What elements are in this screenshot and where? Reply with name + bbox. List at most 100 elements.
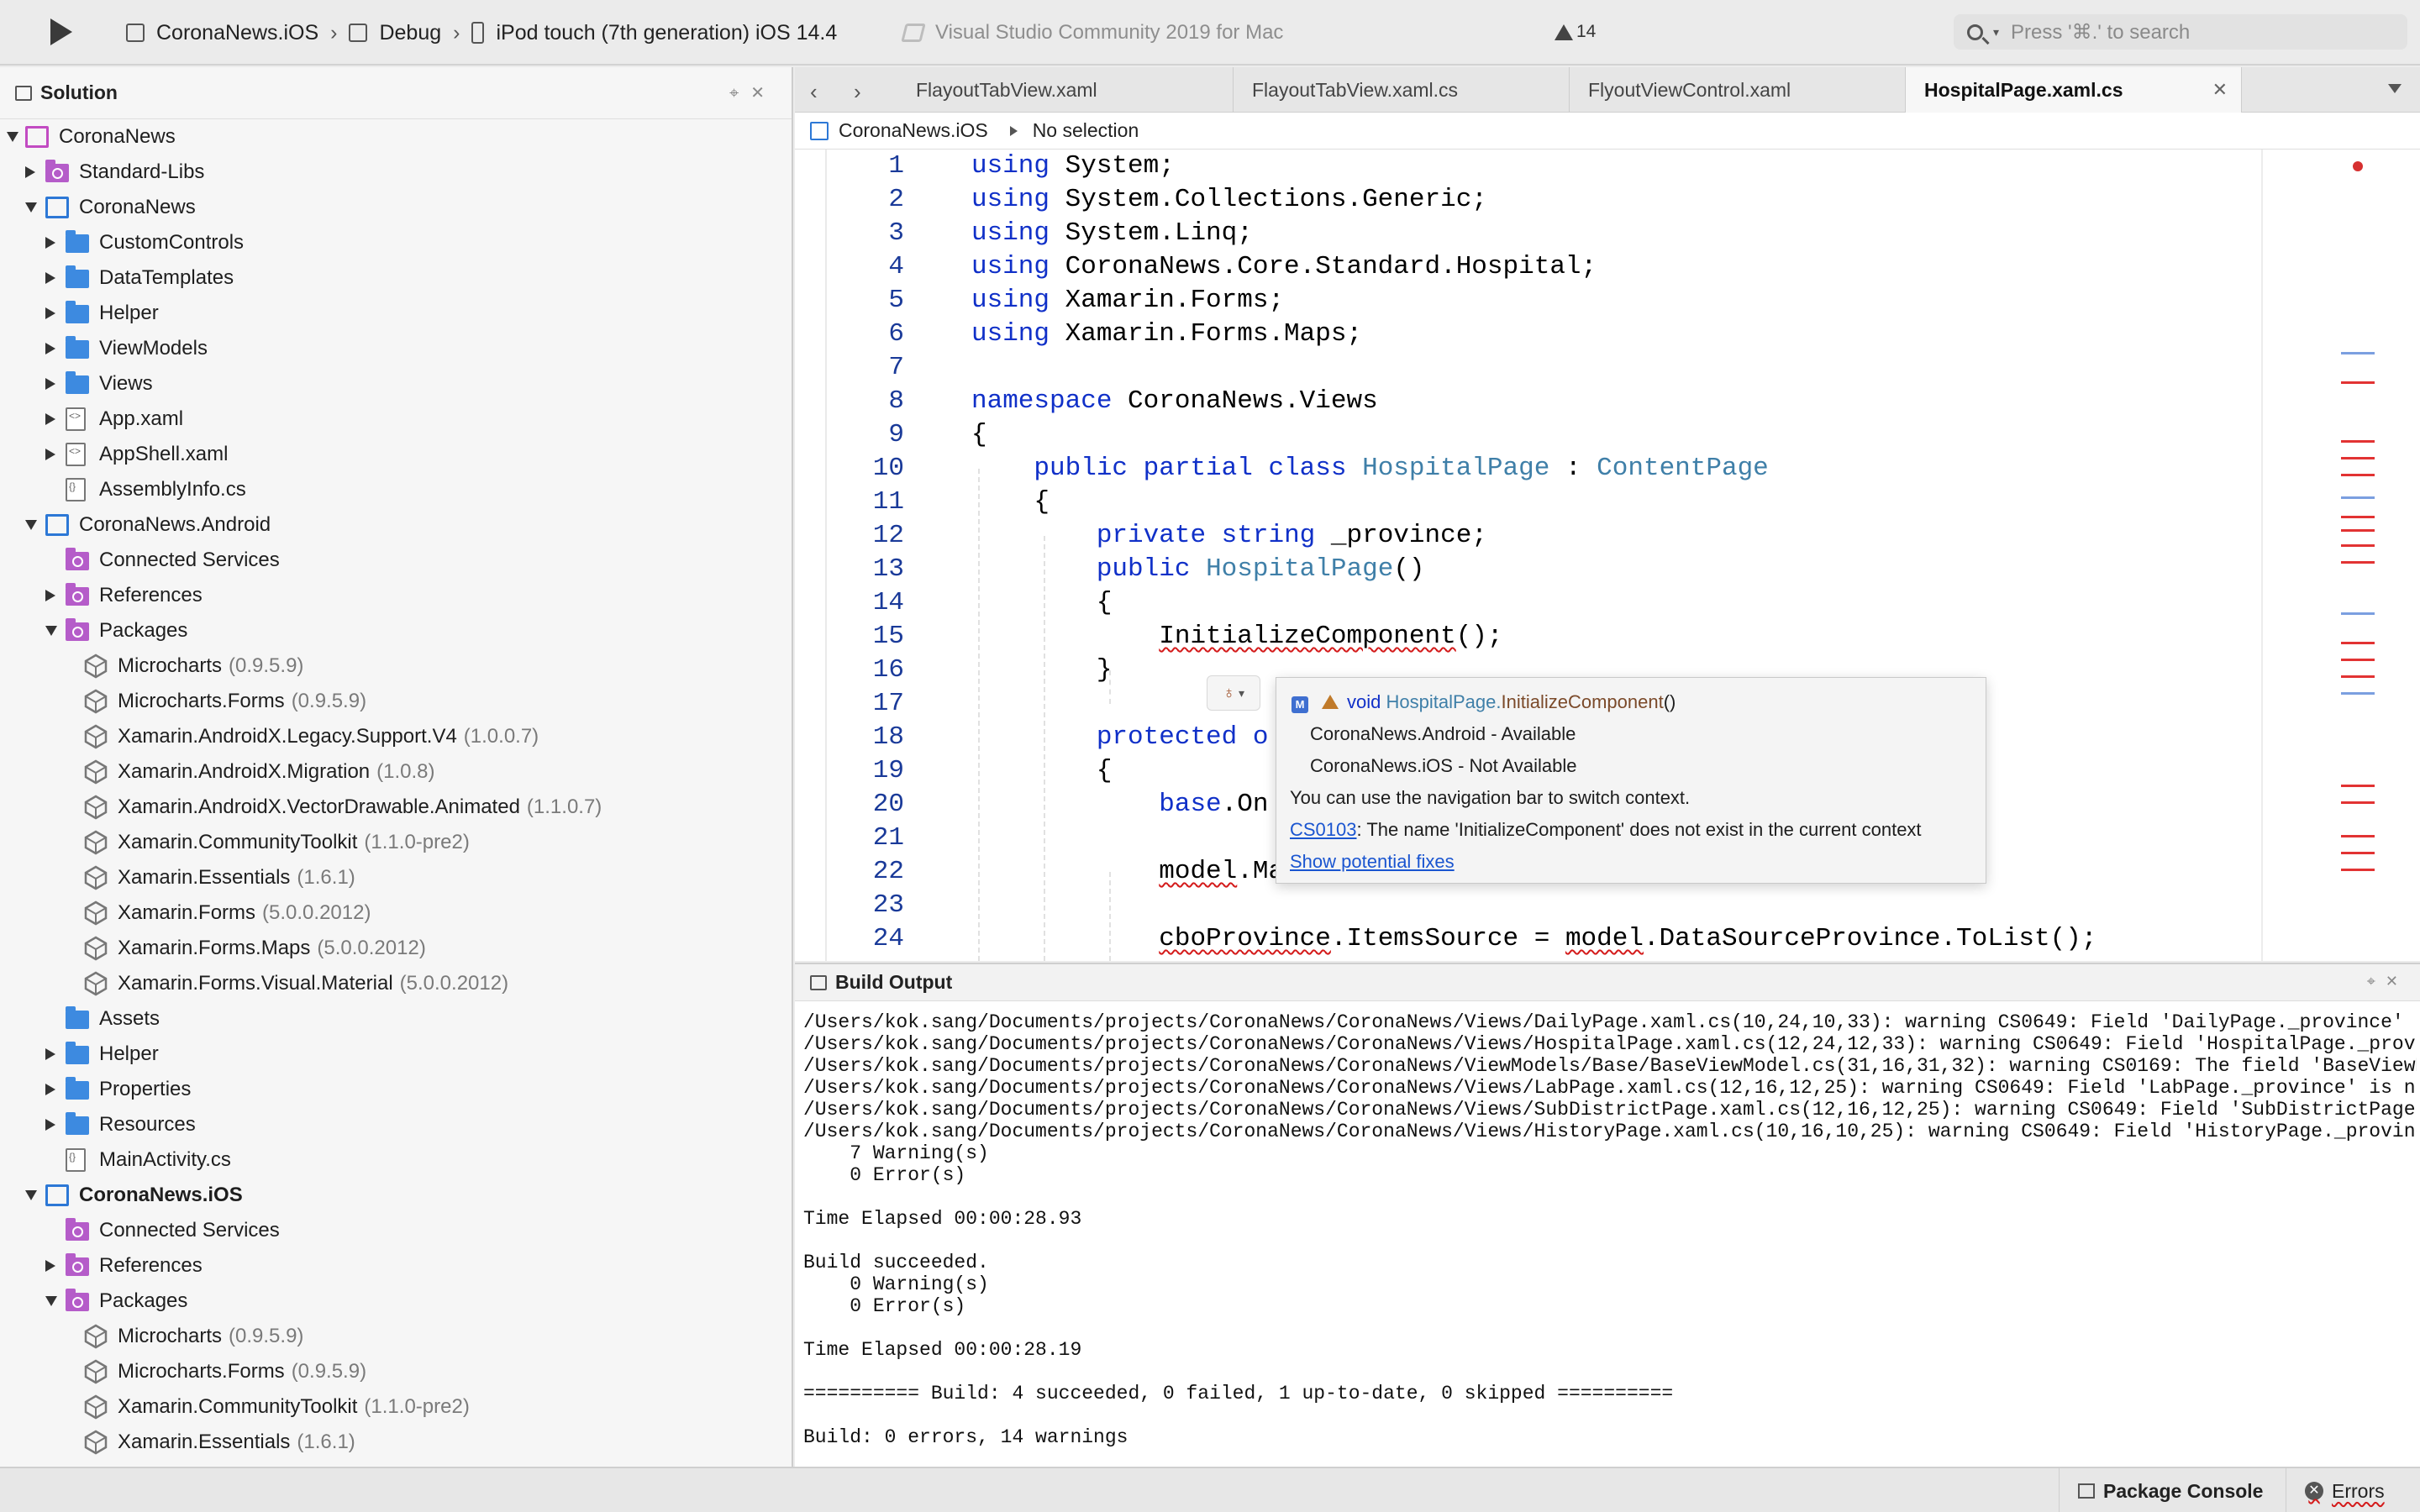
nav-back-icon[interactable]: ‹ (810, 79, 818, 105)
disclosure-collapsed-icon[interactable] (45, 237, 55, 249)
code-line[interactable]: 13 public HospitalPage() (795, 553, 2257, 586)
errors-button[interactable]: ✕ Errors (2286, 1468, 2420, 1512)
disclosure-expanded-icon[interactable] (25, 202, 37, 213)
tree-item[interactable]: Microcharts.Forms (0.9.5.9) (0, 1354, 792, 1389)
tree-item[interactable]: Xamarin.AndroidX.Migration (1.0.8) (0, 754, 792, 790)
tree-item[interactable]: AppShell.xaml (0, 437, 792, 472)
tree-item[interactable]: Xamarin.Forms.Visual.Material (5.0.0.2012… (0, 966, 792, 1001)
pad-controls[interactable]: ⌖✕ (2367, 973, 2408, 990)
quick-fix-button[interactable]: ♁ ▾ (1207, 675, 1260, 711)
tree-item[interactable]: Xamarin.Essentials (1.6.1) (0, 860, 792, 895)
disclosure-collapsed-icon[interactable] (45, 449, 55, 460)
path-project[interactable]: CoronaNews.iOS (839, 119, 988, 142)
overview-ruler[interactable] (2287, 150, 2420, 961)
tree-item[interactable]: Connected Services (0, 543, 792, 578)
tree-item[interactable]: Packages (0, 1284, 792, 1319)
code-line[interactable]: 14 { (795, 586, 2257, 620)
tree-item[interactable]: App.xaml (0, 402, 792, 437)
disclosure-collapsed-icon[interactable] (45, 413, 55, 425)
tree-item[interactable]: Microcharts.Forms (0.9.5.9) (0, 684, 792, 719)
code-line[interactable]: 7 (795, 351, 2257, 385)
disclosure-expanded-icon[interactable] (7, 132, 18, 142)
tree-item[interactable]: Xamarin.Forms.Maps (5.0.0.2012) (0, 931, 792, 966)
tree-item[interactable]: Standard-Libs (0, 155, 792, 190)
code-line[interactable]: 23 (795, 889, 2257, 922)
disclosure-collapsed-icon[interactable] (45, 1048, 55, 1060)
tree-item[interactable]: Packages (0, 613, 792, 648)
tab-flayouttabview-xaml[interactable]: FlayoutTabView.xaml (897, 67, 1234, 113)
configuration-selector[interactable]: Debug (379, 21, 441, 45)
code-line[interactable]: 11 { (795, 486, 2257, 519)
tree-item[interactable]: Xamarin.AndroidX.VectorDrawable.Animated… (0, 790, 792, 825)
disclosure-collapsed-icon[interactable] (45, 590, 55, 601)
tree-item[interactable]: Helper (0, 296, 792, 331)
disclosure-collapsed-icon[interactable] (45, 1119, 55, 1131)
path-selection[interactable]: No selection (1033, 119, 1139, 142)
tree-item[interactable]: Connected Services (0, 1213, 792, 1248)
tree-item[interactable]: Microcharts (0.9.5.9) (0, 1319, 792, 1354)
device-selector[interactable]: iPod touch (7th generation) iOS 14.4 (496, 21, 837, 45)
disclosure-collapsed-icon[interactable] (45, 1084, 55, 1095)
disclosure-collapsed-icon[interactable] (45, 378, 55, 390)
run-button[interactable] (50, 18, 72, 45)
tree-item-name: Xamarin.Forms.Maps (118, 937, 311, 959)
tree-item[interactable]: MainActivity.cs (0, 1142, 792, 1178)
code-line[interactable]: 3 using System.Linq; (795, 217, 2257, 250)
code-line[interactable]: 9{ (795, 418, 2257, 452)
code-line[interactable]: 2 using System.Collections.Generic; (795, 183, 2257, 217)
code-line[interactable]: 12 private string _province; (795, 519, 2257, 553)
disclosure-collapsed-icon[interactable] (25, 166, 35, 178)
disclosure-expanded-icon[interactable] (25, 520, 37, 530)
disclosure-expanded-icon[interactable] (45, 1296, 57, 1306)
tree-item[interactable]: AssemblyInfo.cs (0, 472, 792, 507)
disclosure-collapsed-icon[interactable] (45, 307, 55, 319)
tree-item[interactable]: Properties (0, 1072, 792, 1107)
tree-item[interactable]: Xamarin.AndroidX.Legacy.Support.V4 (1.0.0… (0, 719, 792, 754)
code-line[interactable]: 10 public partial class HospitalPage : C… (795, 452, 2257, 486)
code-line[interactable]: 24 cboProvince.ItemsSource = model.DataS… (795, 922, 2257, 956)
tree-item[interactable]: Assets (0, 1001, 792, 1037)
code-line[interactable]: 1 using System; (795, 150, 2257, 183)
disclosure-expanded-icon[interactable] (45, 626, 57, 636)
show-potential-fixes-link[interactable]: Show potential fixes (1290, 851, 1455, 872)
code-line[interactable]: 15 InitializeComponent(); (795, 620, 2257, 654)
build-output-text[interactable]: /Users/kok.sang/Documents/projects/Coron… (803, 1011, 2417, 1468)
close-tab-icon[interactable]: ✕ (2212, 79, 2228, 101)
tree-item[interactable]: CoronaNews (0, 119, 792, 155)
tree-item[interactable]: Views (0, 366, 792, 402)
tree-item[interactable]: CoronaNews.Android (0, 507, 792, 543)
tree-item[interactable]: Xamarin.CommunityToolkit (1.1.0-pre2) (0, 825, 792, 860)
code-line[interactable]: 5 using Xamarin.Forms; (795, 284, 2257, 318)
warnings-indicator[interactable]: 14 (1555, 18, 1596, 45)
tree-item[interactable]: References (0, 578, 792, 613)
package-console-button[interactable]: Package Console (2059, 1468, 2277, 1512)
tree-item[interactable]: Microcharts (0.9.5.9) (0, 648, 792, 684)
tree-item[interactable]: DataTemplates (0, 260, 792, 296)
code-line[interactable]: 6 using Xamarin.Forms.Maps; (795, 318, 2257, 351)
tree-item[interactable]: Xamarin.Essentials (1.6.1) (0, 1425, 792, 1460)
tree-item[interactable]: Xamarin.CommunityToolkit (1.1.0-pre2) (0, 1389, 792, 1425)
tab-hospitalpage-xaml-cs[interactable]: HospitalPage.xaml.cs ✕ (1906, 67, 2242, 113)
tab-list-chevron-icon[interactable] (2388, 84, 2402, 93)
tree-item[interactable]: References (0, 1248, 792, 1284)
code-line[interactable]: 8 namespace CoronaNews.Views (795, 385, 2257, 418)
tree-item[interactable]: Helper (0, 1037, 792, 1072)
tree-item[interactable]: Xamarin.Forms (5.0.0.2012) (0, 895, 792, 931)
tree-item[interactable]: ViewModels (0, 331, 792, 366)
error-code-link[interactable]: CS0103 (1290, 819, 1357, 840)
disclosure-expanded-icon[interactable] (25, 1190, 37, 1200)
disclosure-collapsed-icon[interactable] (45, 343, 55, 354)
code-line[interactable]: 4 using CoronaNews.Core.Standard.Hospital… (795, 250, 2257, 284)
disclosure-collapsed-icon[interactable] (45, 1260, 55, 1272)
tree-item[interactable]: CoronaNews.iOS (0, 1178, 792, 1213)
tree-item[interactable]: CoronaNews (0, 190, 792, 225)
tab-flyoutviewcontrol-xaml[interactable]: FlyoutViewControl.xaml (1570, 67, 1906, 113)
tree-item[interactable]: CustomControls (0, 225, 792, 260)
pad-controls[interactable]: ⌖✕ (729, 82, 776, 103)
tree-item[interactable]: Resources (0, 1107, 792, 1142)
scheme-selector[interactable]: CoronaNews.iOS (156, 21, 318, 45)
search-field[interactable]: ▾ Press '⌘.' to search (1954, 14, 2407, 50)
nav-forward-icon[interactable]: › (854, 79, 861, 105)
tab-flayouttabview-xaml-cs[interactable]: FlayoutTabView.xaml.cs (1234, 67, 1570, 113)
disclosure-collapsed-icon[interactable] (45, 272, 55, 284)
